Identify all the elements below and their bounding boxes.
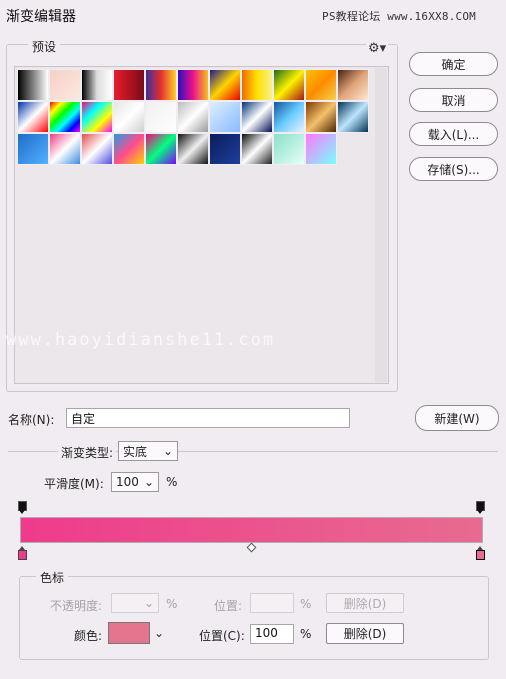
preset-swatch[interactable] <box>17 133 49 165</box>
color-stop-right[interactable] <box>476 546 485 560</box>
gradient-type-value: 实底 <box>123 444 148 459</box>
new-button[interactable]: 新建(W) <box>415 405 499 431</box>
delete-color-stop-button[interactable]: 删除(D) <box>326 623 404 644</box>
preset-swatch[interactable] <box>81 101 113 133</box>
smoothness-unit: % <box>166 475 178 489</box>
preset-swatch[interactable] <box>81 133 113 165</box>
smoothness-input[interactable]: 100 ⌄ <box>111 472 159 492</box>
preset-swatch[interactable] <box>49 69 81 101</box>
location-input[interactable]: 100 <box>250 624 294 644</box>
preset-swatch[interactable] <box>49 133 81 165</box>
opacity-location-unit: % <box>300 597 312 611</box>
preset-swatch[interactable] <box>273 133 305 165</box>
opacity-label: 不透明度: <box>50 599 103 613</box>
location-label: 位置(C): <box>199 629 245 643</box>
watermark-text: PS教程论坛 www.16XX8.COM <box>322 10 476 23</box>
preset-swatch[interactable] <box>273 101 305 133</box>
delete-opacity-stop-button[interactable]: 删除(D) <box>326 593 404 613</box>
chevron-down-icon: ⌄ <box>143 475 154 489</box>
opacity-location-label: 位置: <box>214 599 243 613</box>
preset-swatch[interactable] <box>113 69 145 101</box>
preset-swatch[interactable] <box>113 101 145 133</box>
preset-swatch[interactable] <box>177 69 209 101</box>
preset-swatch[interactable] <box>145 101 177 133</box>
preset-swatch[interactable] <box>209 69 241 101</box>
preset-swatch[interactable] <box>145 133 177 165</box>
gradient-midpoint[interactable] <box>246 542 257 553</box>
chevron-down-icon: ⌄ <box>162 444 173 458</box>
ok-button[interactable]: 确定 <box>409 52 498 76</box>
preset-swatch[interactable] <box>273 69 305 101</box>
color-swatch[interactable] <box>108 622 150 644</box>
opacity-unit: % <box>166 597 178 611</box>
name-input[interactable]: 自定 <box>66 408 350 428</box>
preset-swatch[interactable] <box>177 101 209 133</box>
preset-swatch[interactable] <box>177 133 209 165</box>
location-unit: % <box>300 627 312 641</box>
preset-swatch[interactable] <box>241 101 273 133</box>
preset-swatch-grid <box>17 69 369 165</box>
chevron-down-icon[interactable]: ⌄ <box>154 626 164 640</box>
gradient-preview-bar[interactable] <box>20 517 483 543</box>
color-label: 颜色: <box>74 629 103 643</box>
smoothness-value: 100 <box>116 475 139 489</box>
opacity-stop-right[interactable] <box>476 501 485 514</box>
save-button[interactable]: 存储(S)... <box>409 157 498 181</box>
gear-icon[interactable]: ⚙▾ <box>366 41 389 56</box>
preset-swatch[interactable] <box>209 101 241 133</box>
preset-swatch[interactable] <box>145 69 177 101</box>
preset-swatch[interactable] <box>209 133 241 165</box>
preset-swatch[interactable] <box>81 69 113 101</box>
gradient-type-label: 渐变类型: <box>58 444 117 461</box>
name-label: 名称(N): <box>8 413 55 427</box>
preset-swatch[interactable] <box>305 101 337 133</box>
gradient-type-select[interactable]: 实底 ⌄ <box>118 441 178 461</box>
preset-swatch[interactable] <box>17 69 49 101</box>
preset-swatch[interactable] <box>113 133 145 165</box>
color-stops-label: 色标 <box>36 569 69 586</box>
watermark-overlay: www.haoyidianshe11.com <box>6 330 276 350</box>
preset-swatch[interactable] <box>241 69 273 101</box>
presets-label: 预设 <box>28 38 61 55</box>
window-title: 渐变编辑器 <box>6 9 76 25</box>
color-stop-left[interactable] <box>18 546 27 560</box>
load-button[interactable]: 载入(L)... <box>409 122 498 146</box>
opacity-stop-left[interactable] <box>18 501 27 514</box>
preset-swatch[interactable] <box>305 69 337 101</box>
preset-swatch[interactable] <box>305 133 337 165</box>
color-stops-group <box>19 576 489 660</box>
smoothness-label: 平滑度(M): <box>44 477 104 491</box>
preset-swatch[interactable] <box>337 101 369 133</box>
preset-scrollbar[interactable] <box>375 68 387 382</box>
cancel-button[interactable]: 取消 <box>409 88 498 112</box>
preset-swatch[interactable] <box>49 101 81 133</box>
preset-swatch[interactable] <box>17 101 49 133</box>
opacity-input[interactable]: ⌄ <box>111 593 159 613</box>
preset-swatch[interactable] <box>241 133 273 165</box>
preset-swatch[interactable] <box>337 69 369 101</box>
chevron-down-icon: ⌄ <box>143 596 154 610</box>
opacity-location-input[interactable] <box>250 593 294 613</box>
